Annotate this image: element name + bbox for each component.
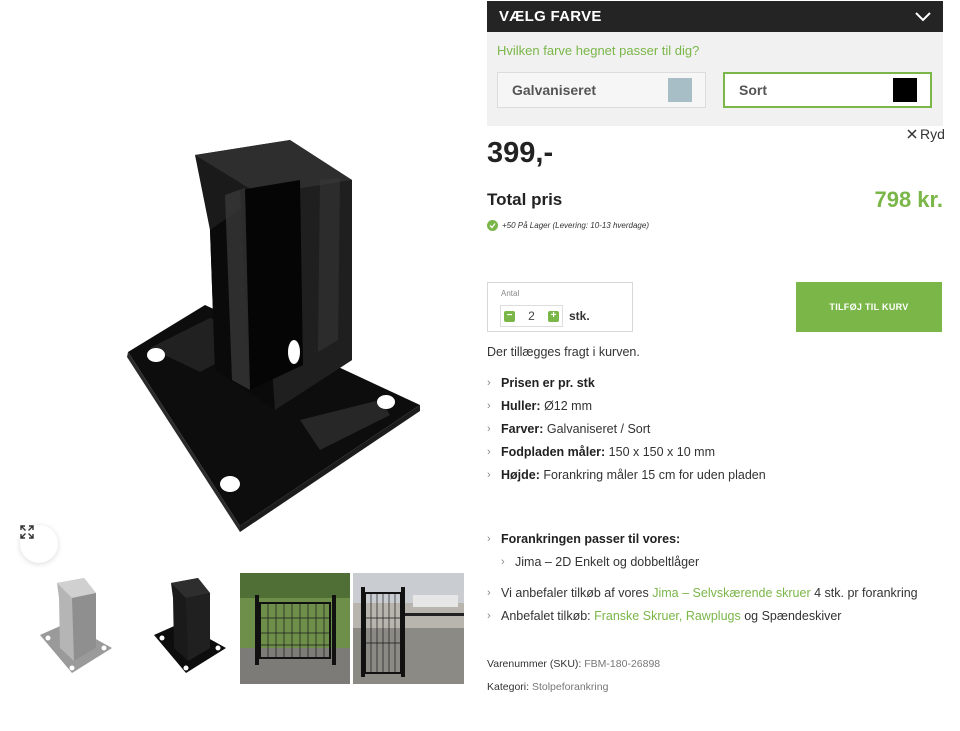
shipping-note: Der tillægges fragt i kurven. [487,345,640,359]
thumbnail-strip [12,573,464,685]
stock-status: +50 På Lager (Levering: 10-13 hverdage) [487,220,649,231]
quantity-box: Antal − + stk. [487,282,633,332]
rec-link-rawplugs[interactable]: Rawplugs [686,609,741,623]
list-item: › Forankringen passer til vores: [487,531,943,554]
category-link[interactable]: Stolpeforankring [532,681,608,693]
sku-label: Varenummer (SKU): [487,658,582,670]
list-item: › Højde: Forankring måler 15 cm for uden … [487,467,943,490]
list-item: › Anbefalet tilkøb: Franske Skruer, Rawpl… [487,608,957,631]
list-item: › Farver: Galvaniseret / Sort [487,421,943,444]
feature-value: Forankring måler 15 cm for uden pladen [543,468,766,482]
feature-label: Højde: [501,468,540,482]
feature-label: Fodpladen måler: [501,445,606,459]
rec-text: Vi anbefaler tilkøb af vores [501,586,653,600]
list-item: › Vi anbefaler tilkøb af vores Jima – Sel… [487,585,957,608]
compatibility-list: › Forankringen passer til vores: › Jima – … [487,531,943,577]
feature-value: Ø12 mm [544,399,593,413]
thumbnail-gate-garden[interactable] [239,573,351,684]
category-label: Kategori: [487,681,530,693]
add-to-cart-button[interactable]: TILFØJ TIL KURV [796,282,942,332]
color-option-label: Galvaniseret [512,82,597,98]
close-icon [907,129,917,139]
rec-text: Anbefalet tilkøb: [501,609,595,623]
quantity-unit: stk. [569,309,590,323]
list-item: › Fodpladen måler: 150 x 150 x 10 mm [487,444,943,467]
rec-link-franske-skruer[interactable]: Franske Skruer [594,609,679,623]
check-circle-icon [487,220,498,231]
color-option-sort[interactable]: Sort [723,72,932,108]
chevron-right-icon: › [487,377,491,389]
chevron-right-icon: › [487,423,491,435]
rec-text: og Spændeskiver [740,609,842,623]
color-option-galvaniseret[interactable]: Galvaniseret [497,72,706,108]
chevron-right-icon: › [487,587,491,599]
feature-label: Prisen er pr. stk [501,376,595,390]
feature-list: › Prisen er pr. stk › Huller: Ø12 mm › Farv… [487,375,943,490]
compatibility-item: Jima – 2D Enkelt og dobbeltlåger [515,555,700,569]
color-selector-title: VÆLG FARVE [499,8,602,25]
post-anchor-illustration [127,140,420,532]
total-price-label: Total pris [487,190,563,209]
feature-label: Farver: [501,422,544,436]
main-product-image[interactable] [0,0,470,570]
quantity-label: Antal [501,289,520,298]
feature-value: 150 x 150 x 10 mm [608,445,715,459]
quantity-input[interactable] [518,309,545,323]
list-item: › Huller: Ø12 mm [487,398,943,421]
color-option-label: Sort [739,82,767,98]
feature-value: Galvaniseret / Sort [546,422,651,436]
rec-separator: , [678,609,686,623]
thumbnail-black-anchor[interactable] [125,573,237,684]
plus-icon[interactable]: + [548,310,559,322]
compatibility-heading: Forankringen passer til vores: [501,532,681,546]
chevron-down-icon [915,11,931,21]
product-price: 399,- [487,137,554,169]
feature-label: Huller: [501,399,541,413]
color-selector-panel: Hvilken farve hegnet passer til dig? Gal… [487,32,943,126]
expand-arrows-icon[interactable] [20,525,58,563]
minus-icon[interactable]: − [504,310,515,322]
chevron-right-icon: › [487,610,491,622]
color-chip [668,78,692,102]
rec-text: 4 stk. pr forankring [810,586,918,600]
chevron-right-icon: › [487,533,491,545]
clear-selection-link[interactable]: Ryd [907,126,945,142]
color-chip [893,78,917,102]
list-item: › Prisen er pr. stk [487,375,943,398]
rec-link-screws[interactable]: Jima – Selvskærende skruer [652,586,810,600]
stock-text: +50 På Lager (Levering: 10-13 hverdage) [502,221,649,230]
quantity-stepper: − + [500,305,563,327]
thumbnail-galvanized-anchor[interactable] [12,573,123,684]
chevron-right-icon: › [487,446,491,458]
chevron-right-icon: › [501,556,505,568]
list-item: › Jima – 2D Enkelt og dobbeltlåger [487,554,943,577]
recommendation-list: › Vi anbefaler tilkøb af vores Jima – Sel… [487,585,957,631]
total-price-value: 798 kr. [874,187,943,212]
color-question: Hvilken farve hegnet passer til dig? [497,43,700,58]
color-selector-header[interactable]: VÆLG FARVE [487,1,943,32]
chevron-right-icon: › [487,469,491,481]
thumbnail-gate-driveway[interactable] [353,573,464,684]
chevron-right-icon: › [487,400,491,412]
sku-row: Varenummer (SKU): FBM-180-26898 [487,658,660,670]
sku-value: FBM-180-26898 [584,658,661,670]
clear-label: Ryd [920,126,945,142]
category-row: Kategori: Stolpeforankring [487,681,608,693]
